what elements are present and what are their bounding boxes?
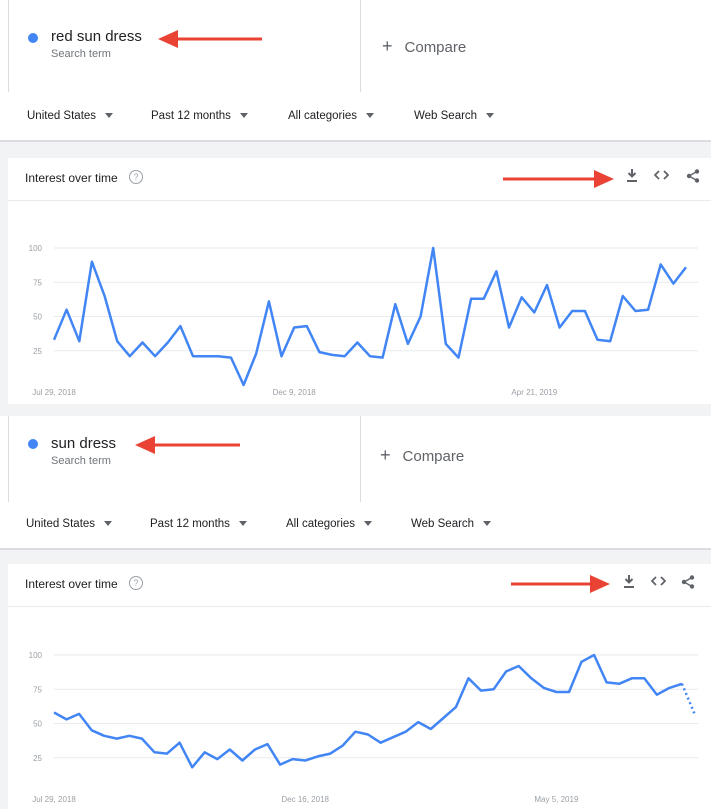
filter-time-label: Past 12 months — [150, 518, 230, 530]
plus-icon: + — [380, 445, 391, 465]
card-header: Interest over time ? — [8, 158, 711, 201]
help-icon[interactable]: ? — [129, 170, 143, 184]
filter-time[interactable]: Past 12 months — [151, 110, 248, 122]
x-tick-label: Apr 21, 2019 — [511, 388, 557, 397]
compare-label: Compare — [404, 39, 467, 56]
y-tick-label: 75 — [33, 278, 42, 287]
filter-bar: United States Past 12 months All categor… — [0, 92, 711, 142]
x-tick-label: Jul 29, 2018 — [32, 388, 76, 397]
embed-icon[interactable] — [653, 169, 670, 184]
plus-icon: + — [382, 36, 393, 56]
search-term-name[interactable]: sun dress — [51, 435, 116, 452]
y-tick-label: 50 — [33, 313, 42, 322]
help-icon[interactable]: ? — [129, 576, 143, 590]
filter-region-label: United States — [27, 110, 97, 122]
filter-region-label: United States — [26, 518, 96, 530]
x-tick-label: Jul 29, 2018 — [32, 795, 76, 804]
filter-property-label: Web Search — [411, 518, 475, 530]
partial-data-line — [680, 683, 696, 715]
search-term-name[interactable]: red sun dress — [51, 28, 142, 45]
filter-region[interactable]: United States — [27, 110, 114, 122]
interest-line-chart: 25 50 75 100 Jul 29, 2018 Dec 16, 2018 May 5, … — [29, 651, 698, 804]
caret-down-icon — [486, 113, 495, 119]
trends-panel-1: red sun dress Search term + Compare Unite… — [0, 0, 711, 404]
filter-time-label: Past 12 months — [151, 110, 231, 122]
interest-over-time-card: Interest over time ? 25 50 75 100 Jul 29, 20… — [8, 158, 711, 404]
y-tick-label: 100 — [29, 244, 43, 253]
filter-category[interactable]: All categories — [286, 518, 373, 530]
download-icon[interactable] — [623, 575, 635, 591]
x-tick-label: Dec 9, 2018 — [273, 388, 317, 397]
search-term-bar: red sun dress Search term + Compare — [0, 0, 711, 92]
trends-panel-2: sun dress Search term + Compare United St… — [0, 404, 711, 809]
caret-down-icon — [366, 113, 375, 119]
caret-down-icon — [239, 113, 248, 119]
x-tick-label: May 5, 2019 — [534, 795, 579, 804]
download-icon[interactable] — [626, 169, 638, 185]
interest-over-time-card: Interest over time ? 25 50 75 100 Jul 29, 20… — [8, 564, 711, 809]
embed-icon[interactable] — [650, 575, 667, 590]
search-term-card[interactable]: red sun dress Search term — [8, 0, 361, 92]
filter-property[interactable]: Web Search — [411, 518, 492, 530]
filter-bar: United States Past 12 months All categor… — [0, 502, 711, 550]
filter-category[interactable]: All categories — [288, 110, 375, 122]
share-icon[interactable] — [681, 575, 695, 592]
search-term-label: Search term — [51, 48, 111, 60]
filter-region[interactable]: United States — [26, 518, 113, 530]
compare-button[interactable]: + Compare — [380, 445, 464, 466]
caret-down-icon — [104, 521, 113, 527]
caret-down-icon — [364, 521, 373, 527]
series-line — [53, 653, 683, 769]
series-color-dot — [28, 33, 38, 43]
y-tick-label: 100 — [29, 651, 43, 660]
filter-category-label: All categories — [288, 110, 358, 122]
x-tick-label: Dec 16, 2018 — [281, 795, 329, 804]
compare-label: Compare — [402, 448, 465, 465]
filter-property-label: Web Search — [414, 110, 478, 122]
y-tick-label: 50 — [33, 720, 42, 729]
filter-property[interactable]: Web Search — [414, 110, 495, 122]
interest-line-chart: 25 50 75 100 Jul 29, 2018 Dec 9, 2018 Apr 21, … — [29, 244, 698, 397]
caret-down-icon — [238, 521, 247, 527]
search-term-bar: sun dress Search term + Compare — [0, 416, 711, 502]
caret-down-icon — [105, 113, 114, 119]
search-term-card[interactable]: sun dress Search term — [8, 416, 361, 502]
filter-time[interactable]: Past 12 months — [150, 518, 247, 530]
share-icon[interactable] — [686, 169, 700, 186]
compare-button[interactable]: + Compare — [382, 36, 466, 57]
filter-category-label: All categories — [286, 518, 356, 530]
card-title: Interest over time — [25, 171, 118, 185]
caret-down-icon — [483, 521, 492, 527]
y-tick-label: 25 — [33, 347, 42, 356]
card-header: Interest over time ? — [8, 564, 711, 607]
search-term-label: Search term — [51, 455, 111, 467]
series-color-dot — [28, 439, 38, 449]
y-tick-label: 75 — [33, 685, 42, 694]
y-tick-label: 25 — [33, 754, 42, 763]
card-title: Interest over time — [25, 577, 118, 591]
